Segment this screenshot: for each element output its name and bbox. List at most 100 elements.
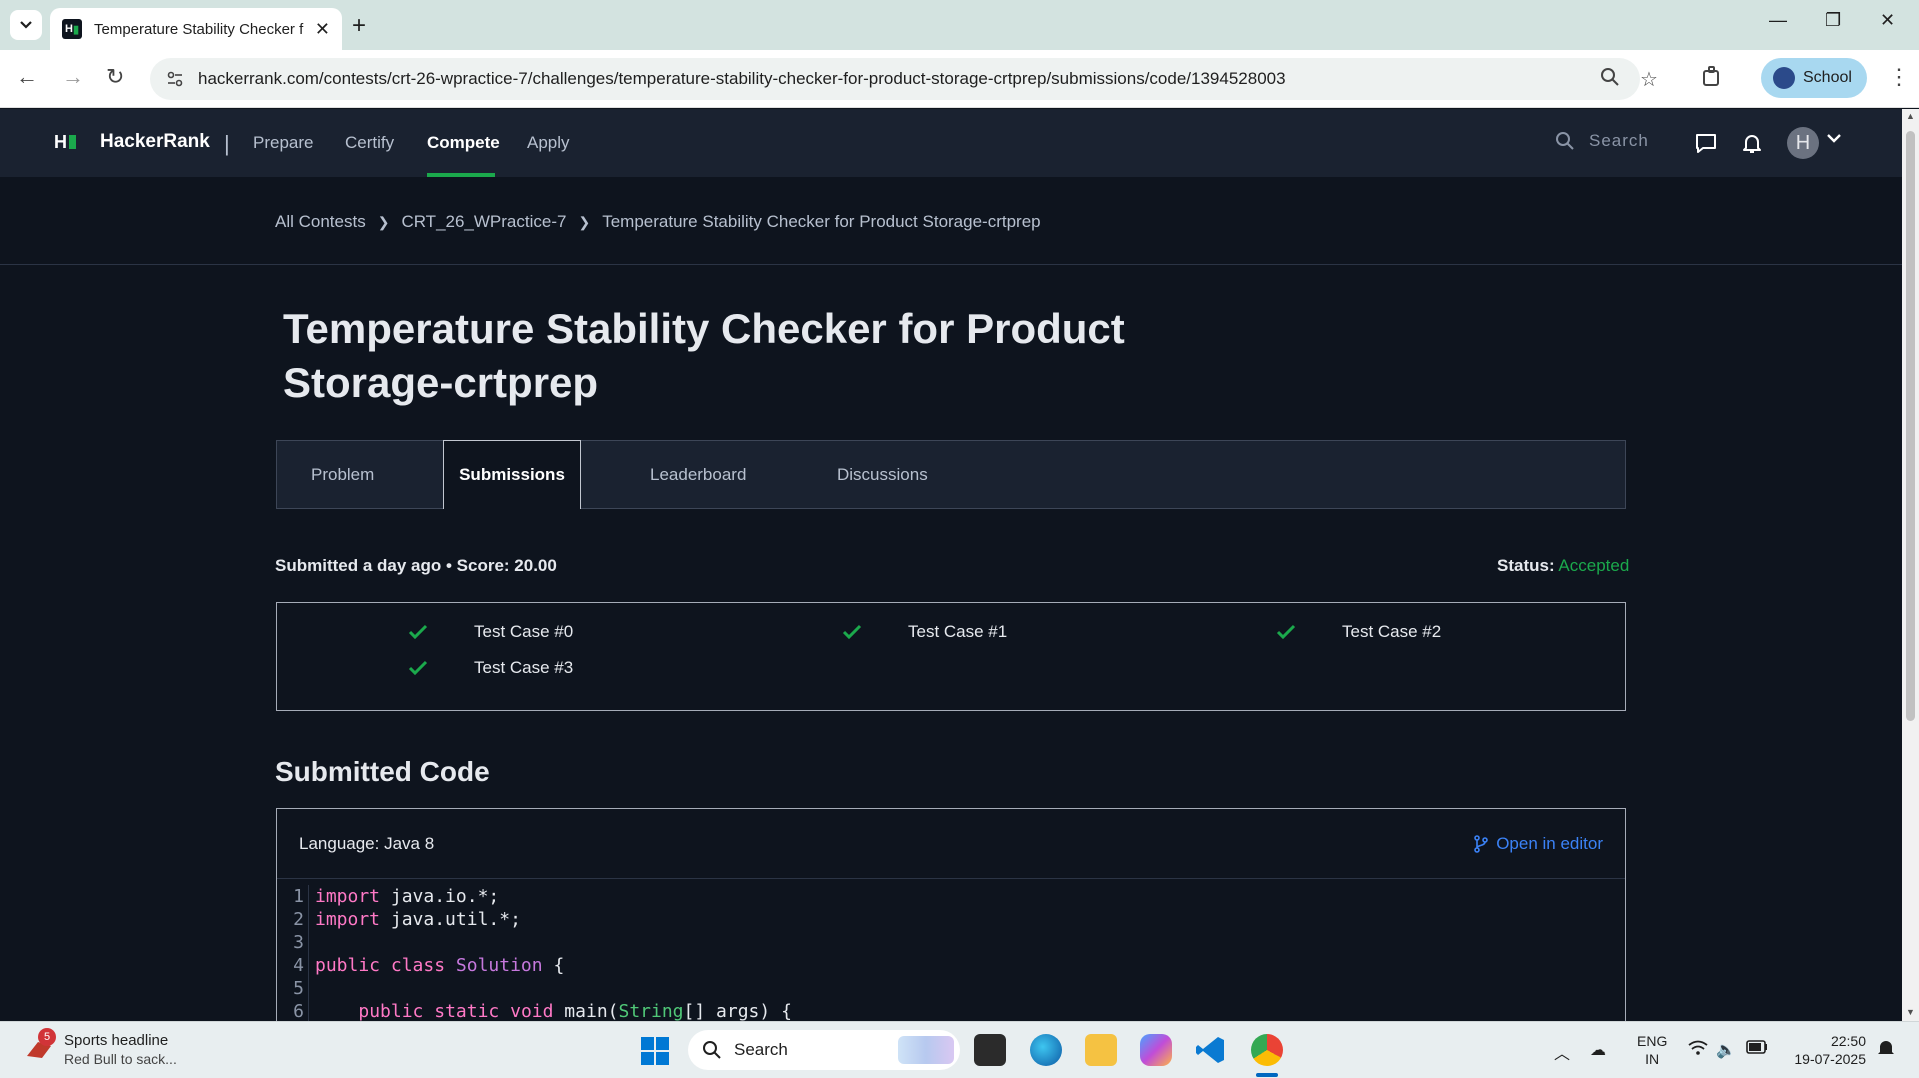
zoom-icon[interactable]	[1600, 67, 1620, 93]
system-clock[interactable]: 22:50 19-07-2025	[1786, 1032, 1866, 1068]
tab-submissions[interactable]: Submissions	[443, 440, 581, 509]
code-panel-header: Language: Java 8 Open in editor	[277, 809, 1625, 879]
bookmark-star-icon[interactable]: ☆	[1640, 67, 1658, 92]
site-search[interactable]: Search	[1555, 131, 1649, 151]
edge-browser-icon[interactable]	[1030, 1034, 1062, 1066]
nav-apply[interactable]: Apply	[527, 133, 570, 153]
browser-toolbar: ← → ↻ hackerrank.com/contests/crt-26-wpr…	[0, 50, 1919, 108]
code-line: 4 public class Solution {	[277, 954, 1625, 977]
onedrive-cloud-icon[interactable]: ☁	[1590, 1040, 1606, 1060]
search-placeholder: Search	[1589, 131, 1649, 150]
submitted-code-heading: Submitted Code	[275, 756, 490, 787]
forward-icon[interactable]: →	[62, 64, 84, 90]
taskbar: 5 Sports headline Red Bull to sack... Se…	[0, 1021, 1919, 1078]
chevron-right-icon: ❯	[578, 213, 591, 230]
profile-avatar	[1773, 67, 1795, 89]
minimize-icon[interactable]: —	[1769, 10, 1787, 31]
copilot-icon[interactable]	[1140, 1034, 1172, 1066]
close-tab-icon[interactable]: ✕	[315, 19, 330, 40]
tab-discussions[interactable]: Discussions	[837, 441, 928, 508]
scroll-down-icon[interactable]: ▼	[1906, 1007, 1915, 1017]
volume-icon[interactable]: 🔈	[1716, 1040, 1736, 1060]
breadcrumb-contest[interactable]: CRT_26_WPractice-7	[401, 212, 566, 232]
profile-button[interactable]: School	[1761, 58, 1867, 98]
user-avatar[interactable]: H	[1787, 127, 1819, 159]
code-line: 5	[277, 977, 1625, 1000]
code-viewer[interactable]: 1 import java.io.*; 2 import java.util.*; …	[277, 879, 1625, 1023]
test-case-3[interactable]: Test Case #3	[408, 658, 573, 678]
new-tab-icon[interactable]: +	[352, 12, 366, 40]
nav-prepare[interactable]: Prepare	[253, 133, 313, 153]
notifications-bell-icon[interactable]	[1740, 131, 1764, 160]
news-badge: 5	[38, 1028, 56, 1046]
restore-icon[interactable]: ❐	[1825, 10, 1841, 31]
scroll-thumb[interactable]	[1906, 131, 1915, 721]
test-case-label: Test Case #3	[474, 658, 574, 677]
nav-certify[interactable]: Certify	[345, 133, 394, 153]
test-case-1[interactable]: Test Case #1	[842, 622, 1007, 642]
page-title: Temperature Stability Checker for Produc…	[283, 305, 1125, 406]
tab-problem[interactable]: Problem	[311, 441, 374, 508]
search-icon	[1556, 132, 1574, 150]
taskbar-search-label: Search	[734, 1040, 788, 1059]
checkmark-icon	[408, 624, 428, 640]
scroll-up-icon[interactable]: ▲	[1906, 111, 1915, 121]
test-cases-panel: Test Case #0 Test Case #1 Test Case #2 T…	[276, 602, 1626, 711]
windows-start-icon[interactable]	[640, 1036, 670, 1071]
back-icon[interactable]: ←	[16, 64, 38, 90]
news-icon: 5	[24, 1028, 56, 1062]
url-text: hackerrank.com/contests/crt-26-wpractice…	[198, 69, 1286, 88]
submission-status: Status: Accepted	[1497, 556, 1629, 576]
test-case-label: Test Case #2	[1342, 622, 1442, 641]
breadcrumb-challenge[interactable]: Temperature Stability Checker for Produc…	[602, 212, 1040, 232]
active-app-indicator	[1256, 1073, 1278, 1077]
tab-search-button[interactable]	[10, 10, 42, 40]
test-case-label: Test Case #1	[908, 622, 1008, 641]
test-case-0[interactable]: Test Case #0	[408, 622, 573, 642]
reload-icon[interactable]: ↻	[106, 64, 124, 90]
file-explorer-icon[interactable]	[1085, 1034, 1117, 1066]
address-bar[interactable]: hackerrank.com/contests/crt-26-wpractice…	[150, 58, 1658, 100]
submission-summary: Submitted a day ago • Score: 20.00	[275, 556, 557, 575]
nav-compete[interactable]: Compete	[427, 133, 500, 153]
search-icon	[703, 1041, 721, 1059]
code-line: 3	[277, 931, 1625, 954]
taskbar-search[interactable]: Search	[688, 1030, 960, 1070]
close-window-icon[interactable]: ✕	[1880, 10, 1895, 31]
notifications-icon[interactable]	[1876, 1038, 1896, 1063]
wifi-icon[interactable]	[1688, 1040, 1708, 1061]
language-label: Language: Java 8	[299, 834, 435, 853]
vscode-icon[interactable]	[1195, 1034, 1227, 1066]
hackerrank-logo[interactable]: H HackerRank	[54, 131, 210, 153]
task-view-icon[interactable]	[974, 1034, 1006, 1066]
chrome-icon[interactable]	[1251, 1034, 1283, 1066]
browser-tab[interactable]: H ▮ Temperature Stability Checker f ✕	[50, 8, 342, 50]
open-in-editor-link[interactable]: Open in editor	[1474, 834, 1603, 854]
battery-icon[interactable]	[1746, 1040, 1768, 1059]
extensions-icon[interactable]	[1700, 65, 1724, 94]
header-separator: |	[224, 131, 230, 156]
news-widget[interactable]: 5 Sports headline Red Bull to sack...	[24, 1028, 177, 1067]
hackerrank-logo-icon: H	[54, 132, 76, 153]
breadcrumb-all-contests[interactable]: All Contests	[275, 212, 366, 232]
tab-leaderboard[interactable]: Leaderboard	[650, 441, 746, 508]
checkmark-icon	[1276, 624, 1296, 640]
checkmark-icon	[842, 624, 862, 640]
checkmark-icon	[408, 660, 428, 676]
news-title: Sports headline	[64, 1032, 169, 1049]
show-hidden-icons-chevron-icon[interactable]: ︿	[1554, 1040, 1570, 1064]
test-case-2[interactable]: Test Case #2	[1276, 622, 1441, 642]
status-label: Status:	[1497, 556, 1555, 575]
user-menu-chevron-icon[interactable]	[1826, 131, 1842, 149]
site-info-icon[interactable]	[164, 68, 186, 90]
challenge-tabs: Problem Submissions Leaderboard Discussi…	[276, 440, 1626, 509]
status-value: Accepted	[1558, 556, 1630, 575]
messages-icon[interactable]	[1694, 131, 1718, 160]
clock-time: 22:50	[1830, 1033, 1866, 1049]
chevron-down-icon	[20, 21, 32, 29]
input-language[interactable]: ENG IN	[1637, 1032, 1667, 1068]
site-header: H HackerRank | Prepare Certify Compete A…	[0, 109, 1902, 177]
news-subtitle: Red Bull to sack...	[64, 1051, 177, 1067]
browser-menu-icon[interactable]: ⋮	[1888, 64, 1910, 90]
page-scrollbar[interactable]: ▲ ▼	[1902, 109, 1919, 1021]
